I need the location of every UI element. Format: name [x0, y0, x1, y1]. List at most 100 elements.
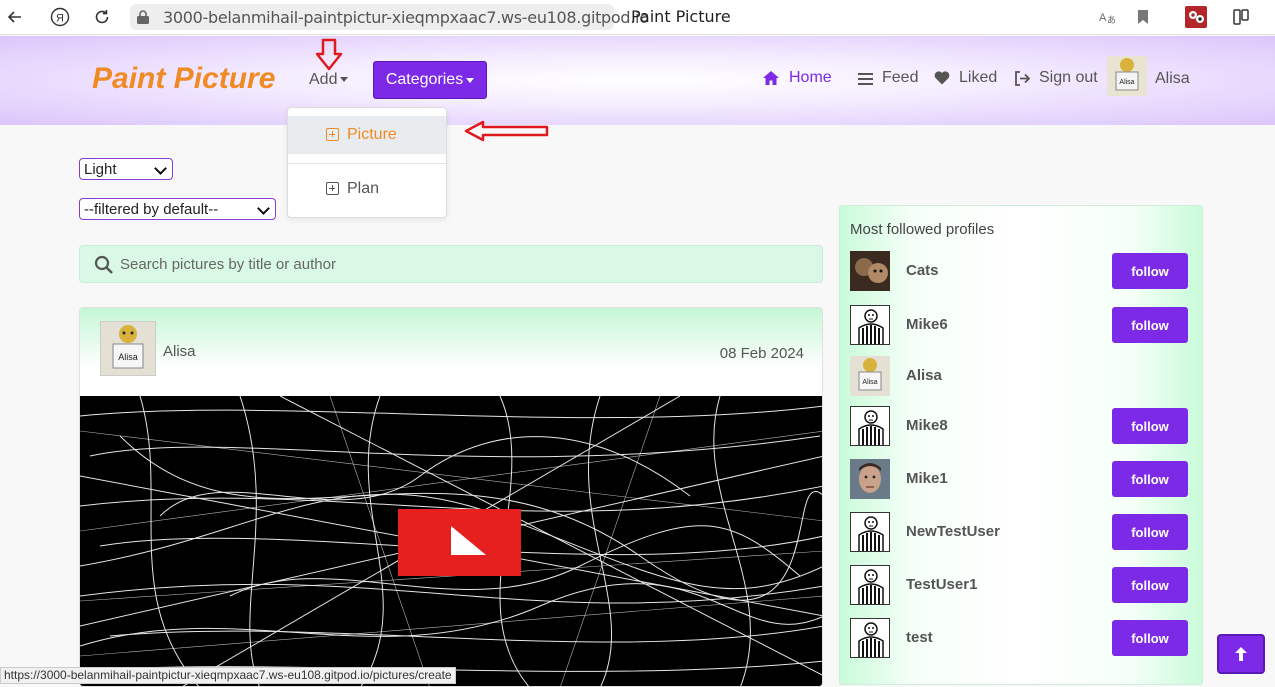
- search-input[interactable]: Search pictures by title or author: [79, 245, 823, 283]
- dropdown-item-label: Picture: [347, 126, 397, 143]
- follow-button[interactable]: follow: [1112, 461, 1188, 497]
- follow-button[interactable]: follow: [1112, 514, 1188, 550]
- profile-avatar[interactable]: [850, 406, 890, 446]
- profile-avatar[interactable]: Alisa: [850, 356, 890, 396]
- extensions-icon[interactable]: [1230, 6, 1252, 28]
- profile-row: Cats follow: [850, 251, 1190, 293]
- dropdown-item-plan[interactable]: Plan: [288, 170, 446, 208]
- chevron-down-icon: [154, 162, 167, 175]
- profile-row: Mike1 follow: [850, 459, 1190, 501]
- annotation-arrow-left: [464, 120, 549, 142]
- add-dropdown-menu: Picture Plan: [287, 107, 447, 218]
- list-icon: [858, 73, 873, 85]
- follow-button[interactable]: follow: [1112, 567, 1188, 603]
- back-arrow-icon[interactable]: [4, 6, 26, 28]
- panel-title: Most followed profiles: [850, 221, 995, 238]
- theme-select[interactable]: Light: [79, 158, 173, 180]
- profile-avatar[interactable]: [850, 512, 890, 552]
- profile-avatar[interactable]: [850, 459, 890, 499]
- profile-row: TestUser1 follow: [850, 565, 1190, 607]
- profile-name[interactable]: Mike6: [906, 316, 948, 333]
- heart-icon: [934, 71, 950, 85]
- filter-select[interactable]: --filtered by default--: [79, 198, 276, 220]
- play-button[interactable]: [398, 509, 521, 576]
- site-navbar: Paint Picture Add Categories Home Feed L…: [0, 36, 1275, 125]
- profile-name[interactable]: Alisa: [906, 367, 942, 384]
- post-header: Alisa Alisa 08 Feb 2024: [80, 308, 822, 396]
- tab-title: Paint Picture: [631, 7, 731, 26]
- search-placeholder: Search pictures by title or author: [120, 256, 336, 273]
- svg-text:Alisa: Alisa: [1119, 79, 1134, 86]
- profile-name[interactable]: Cats: [906, 262, 939, 279]
- plus-square-icon: [326, 128, 339, 141]
- follow-button[interactable]: follow: [1112, 620, 1188, 656]
- nav-sign-out-label: Sign out: [1039, 69, 1098, 86]
- categories-button[interactable]: Categories: [373, 61, 487, 99]
- profile-name[interactable]: TestUser1: [906, 576, 977, 593]
- caret-down-icon: [466, 77, 475, 83]
- dropdown-item-picture[interactable]: Picture: [288, 116, 446, 154]
- profile-name[interactable]: NewTestUser: [906, 523, 1000, 540]
- nav-username[interactable]: Alisa: [1155, 70, 1190, 88]
- svg-text:A: A: [1099, 12, 1107, 24]
- svg-text:Alisa: Alisa: [118, 352, 138, 362]
- plus-square-icon: [326, 182, 339, 195]
- profile-row: Mike6 follow: [850, 305, 1190, 347]
- profile-row: Mike8 follow: [850, 406, 1190, 448]
- status-bar-url: https://3000-belanmihail-paintpictur-xie…: [0, 667, 456, 684]
- post-author-name[interactable]: Alisa: [163, 343, 196, 360]
- search-icon: [94, 255, 113, 274]
- follow-button[interactable]: follow: [1112, 253, 1188, 289]
- most-followed-panel: Most followed profiles Cats follow Mike6 fo…: [839, 205, 1203, 685]
- nav-user-avatar[interactable]: Alisa: [1107, 56, 1147, 96]
- theme-select-value: Light: [84, 160, 117, 178]
- play-icon: [451, 526, 486, 555]
- address-bar[interactable]: 3000-belanmihail-paintpictur-xieqmpxaac7…: [130, 4, 649, 30]
- categories-label: Categories: [385, 71, 464, 88]
- add-dropdown-toggle[interactable]: Add: [309, 71, 349, 89]
- dropdown-item-label: Plan: [347, 180, 380, 197]
- arrow-up-icon: [1235, 647, 1247, 661]
- follow-button[interactable]: follow: [1112, 408, 1188, 444]
- dropdown-divider: [288, 163, 446, 164]
- profile-name[interactable]: Mike1: [906, 470, 948, 487]
- add-label: Add: [309, 71, 338, 88]
- sign-out-icon: [1015, 70, 1030, 86]
- post-author-avatar[interactable]: Alisa: [100, 321, 156, 376]
- browser-toolbar: Я 3000-belanmihail-paintpictur-xieqmpxaa…: [0, 0, 1275, 35]
- url-text[interactable]: 3000-belanmihail-paintpictur-xieqmpxaac7…: [163, 8, 649, 27]
- brand-logo[interactable]: Paint Picture: [92, 62, 275, 96]
- chevron-down-icon: [257, 202, 270, 215]
- reload-icon[interactable]: [91, 6, 113, 28]
- follow-button[interactable]: follow: [1112, 307, 1188, 343]
- home-icon: [763, 71, 779, 85]
- svg-text:Я: Я: [56, 13, 64, 25]
- yandex-icon[interactable]: Я: [49, 6, 71, 28]
- profile-avatar[interactable]: [850, 618, 890, 658]
- nav-feed-label: Feed: [882, 69, 919, 86]
- profile-name[interactable]: Mike8: [906, 417, 948, 434]
- profile-avatar[interactable]: [850, 305, 890, 345]
- svg-text:あ: あ: [1107, 15, 1116, 25]
- profile-avatar[interactable]: [850, 251, 890, 291]
- post-date: 08 Feb 2024: [719, 345, 804, 362]
- profile-row: test follow: [850, 618, 1190, 660]
- profile-avatar[interactable]: [850, 565, 890, 605]
- svg-text:Alisa: Alisa: [862, 379, 877, 386]
- post-image[interactable]: [80, 395, 822, 686]
- nav-home-link[interactable]: Home: [762, 69, 832, 87]
- nav-feed-link[interactable]: Feed: [858, 69, 918, 87]
- scroll-to-top-button[interactable]: [1217, 634, 1265, 674]
- bookmark-icon[interactable]: [1132, 6, 1154, 28]
- annotation-arrow-down: [315, 38, 343, 71]
- lock-icon: [137, 10, 149, 24]
- profile-avatar-icon[interactable]: [1185, 6, 1207, 28]
- nav-sign-out-link[interactable]: Sign out: [1014, 69, 1098, 87]
- profile-name[interactable]: test: [906, 629, 933, 646]
- profile-row: Alisa Alisa: [850, 356, 1190, 398]
- nav-liked-label: Liked: [959, 69, 998, 86]
- caret-down-icon: [340, 77, 349, 83]
- nav-liked-link[interactable]: Liked: [934, 69, 997, 87]
- profile-row: NewTestUser follow: [850, 512, 1190, 554]
- translate-icon[interactable]: Aあ: [1097, 6, 1119, 28]
